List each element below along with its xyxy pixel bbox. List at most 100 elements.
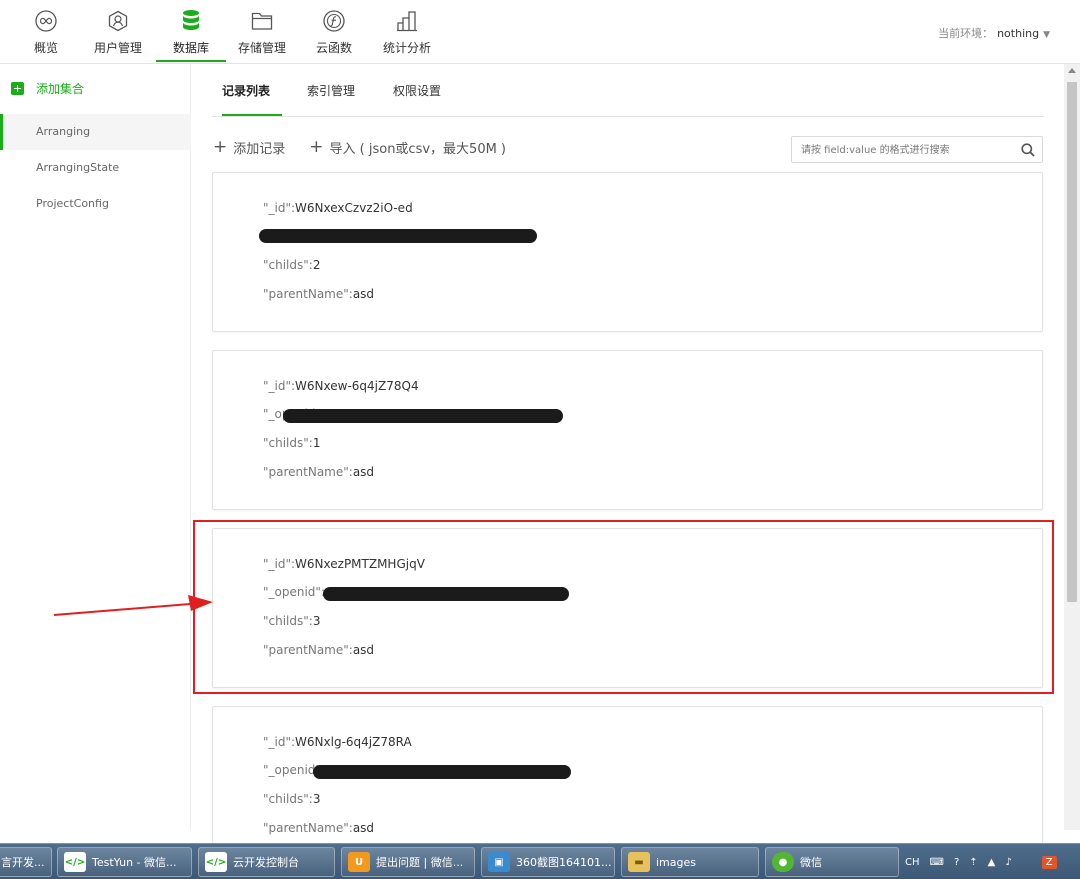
collection-list: Arranging ArrangingState ProjectConfig: [0, 114, 191, 222]
add-collection-button[interactable]: 添加集合: [11, 80, 84, 97]
record-parentname-field: "parentName":asd: [263, 465, 374, 479]
field-key: "parentName":: [263, 643, 353, 657]
wechat-icon: ●: [772, 852, 794, 872]
taskbar-item[interactable]: </> TestYun - 微信...: [57, 847, 192, 877]
nav-label: 用户管理: [93, 41, 142, 55]
record-search: [791, 136, 1043, 163]
folder-icon: ▬: [628, 852, 650, 872]
record-card[interactable]: "_id":W6Nxew-6q4jZ78Q4 "_openid": "child…: [212, 350, 1043, 510]
field-value: asd: [352, 821, 375, 835]
tab-permissions[interactable]: 权限设置: [393, 82, 441, 99]
scroll-up-arrow-icon[interactable]: [1068, 68, 1076, 73]
input-language-indicator[interactable]: CH: [905, 857, 920, 868]
record-openid-field: "_openid":: [263, 585, 325, 599]
tab-indexes[interactable]: 索引管理: [307, 82, 355, 99]
collection-item-arranging[interactable]: Arranging: [0, 114, 191, 150]
tab-records[interactable]: 记录列表: [222, 82, 270, 99]
database-icon: [179, 9, 203, 33]
taskbar-item-label: 提出问题 | 微信...: [376, 856, 464, 869]
top-nav: 概览 用户管理 数据库 存储管理 云函数 统计分析 当前环境： nothing ▼: [0, 0, 1080, 64]
field-value: asd: [352, 643, 375, 657]
network-icon[interactable]: ⇡: [969, 857, 977, 868]
redaction-mark: [283, 409, 563, 423]
taskbar-item-label: TestYun - 微信...: [92, 856, 177, 869]
nav-item-functions[interactable]: 云函数: [314, 0, 354, 63]
taskbar-item-label: 言开发...: [1, 856, 45, 869]
nav-item-storage[interactable]: 存储管理: [236, 0, 288, 63]
wechat-devtools-icon: </>: [205, 852, 227, 872]
record-card[interactable]: "_id":W6NxezPMTZMHGjqV "_openid": "child…: [212, 528, 1043, 688]
taskbar-item[interactable]: 言开发...: [0, 847, 52, 877]
taskbar-item-label: images: [656, 855, 696, 869]
record-childs-field: "childs":1: [263, 436, 320, 450]
search-input[interactable]: [801, 142, 1011, 158]
nav-label: 统计分析: [382, 41, 431, 55]
windows-taskbar: 言开发... </> TestYun - 微信... </> 云开发控制台 U …: [0, 843, 1080, 879]
scroll-thumb[interactable]: [1067, 82, 1077, 602]
field-key: "_id":: [263, 379, 296, 393]
record-card[interactable]: "_id":W6NxexCzvz2iO-ed "childs":2 "paren…: [212, 172, 1043, 332]
field-key: "parentName":: [263, 821, 353, 835]
add-record-button[interactable]: + 添加记录: [213, 137, 286, 158]
folder-icon: [250, 9, 274, 33]
field-key: "childs":: [263, 436, 313, 450]
search-icon[interactable]: [1020, 142, 1036, 158]
field-value: W6Nxew-6q4jZ78Q4: [295, 379, 419, 393]
field-value: 3: [312, 792, 321, 806]
record-id-field: "_id":W6NxezPMTZMHGjqV: [263, 557, 425, 571]
import-button[interactable]: + 导入 ( json或csv，最大50M ): [309, 137, 506, 158]
record-id-field: "_id":W6Nxew-6q4jZ78Q4: [263, 379, 419, 393]
nav-item-users[interactable]: 用户管理: [90, 0, 146, 63]
field-value: 3: [312, 614, 321, 628]
bell-icon[interactable]: ♪: [1005, 857, 1011, 868]
nav-item-database[interactable]: 数据库: [171, 0, 211, 63]
keyboard-icon[interactable]: ⌨: [930, 857, 944, 868]
field-key: "childs":: [263, 792, 313, 806]
record-parentname-field: "parentName":asd: [263, 287, 374, 301]
env-label: 当前环境：: [938, 27, 994, 40]
field-key: "_id":: [263, 201, 296, 215]
taskbar-item-label: 360截图164101...: [516, 856, 612, 869]
taskbar-item[interactable]: ▬ images: [621, 847, 759, 877]
taskbar-item[interactable]: ● 微信: [765, 847, 899, 877]
plus-square-icon: [11, 82, 24, 95]
vertical-scrollbar[interactable]: [1064, 64, 1080, 830]
nav-item-overview[interactable]: 概览: [28, 0, 64, 63]
annotation-arrow-icon: [53, 595, 213, 616]
bar-stats-icon: [395, 9, 419, 33]
plus-icon: +: [309, 137, 324, 157]
env-value: nothing: [997, 27, 1040, 40]
uc-browser-icon: U: [348, 852, 370, 872]
tab-active-indicator: [222, 114, 282, 116]
collection-item-projectconfig[interactable]: ProjectConfig: [0, 186, 191, 222]
nav-label: 概览: [33, 41, 58, 55]
nav-label: 数据库: [172, 41, 209, 55]
plus-icon: +: [213, 137, 228, 157]
field-value: W6NxezPMTZMHGjqV: [295, 557, 425, 571]
content-tabs: 记录列表 索引管理 权限设置: [212, 64, 1044, 117]
taskbar-item[interactable]: ▣ 360截图164101...: [481, 847, 615, 877]
screenshot-icon: ▣: [488, 852, 510, 872]
nav-label: 存储管理: [237, 41, 286, 55]
tray-app-icon[interactable]: Z: [1041, 855, 1057, 869]
wechat-devtools-icon: </>: [64, 852, 86, 872]
env-selector[interactable]: 当前环境： nothing ▼: [938, 25, 1050, 41]
field-key: "childs":: [263, 614, 313, 628]
record-id-field: "_id":W6NxexCzvz2iO-ed: [263, 201, 413, 215]
taskbar-item-label: 云开发控制台: [233, 856, 299, 869]
field-key: "childs":: [263, 258, 313, 272]
record-id-field: "_id":W6Nxlg-6q4jZ78RA: [263, 735, 412, 749]
record-childs-field: "childs":2: [263, 258, 320, 272]
taskbar-item[interactable]: </> 云开发控制台: [198, 847, 335, 877]
collection-item-arrangingstate[interactable]: ArrangingState: [0, 150, 191, 186]
add-record-label: 添加记录: [233, 142, 286, 157]
add-collection-label: 添加集合: [36, 82, 85, 96]
help-icon[interactable]: ?: [954, 857, 959, 868]
record-card[interactable]: "_id":W6Nxlg-6q4jZ78RA "_openid": "child…: [212, 706, 1043, 843]
taskbar-item[interactable]: U 提出问题 | 微信...: [341, 847, 475, 877]
record-parentname-field: "parentName":asd: [263, 821, 374, 835]
field-value: 2: [312, 258, 321, 272]
nav-item-analytics[interactable]: 统计分析: [379, 0, 435, 63]
notification-icon[interactable]: ▲: [988, 857, 996, 868]
record-childs-field: "childs":3: [263, 614, 320, 628]
